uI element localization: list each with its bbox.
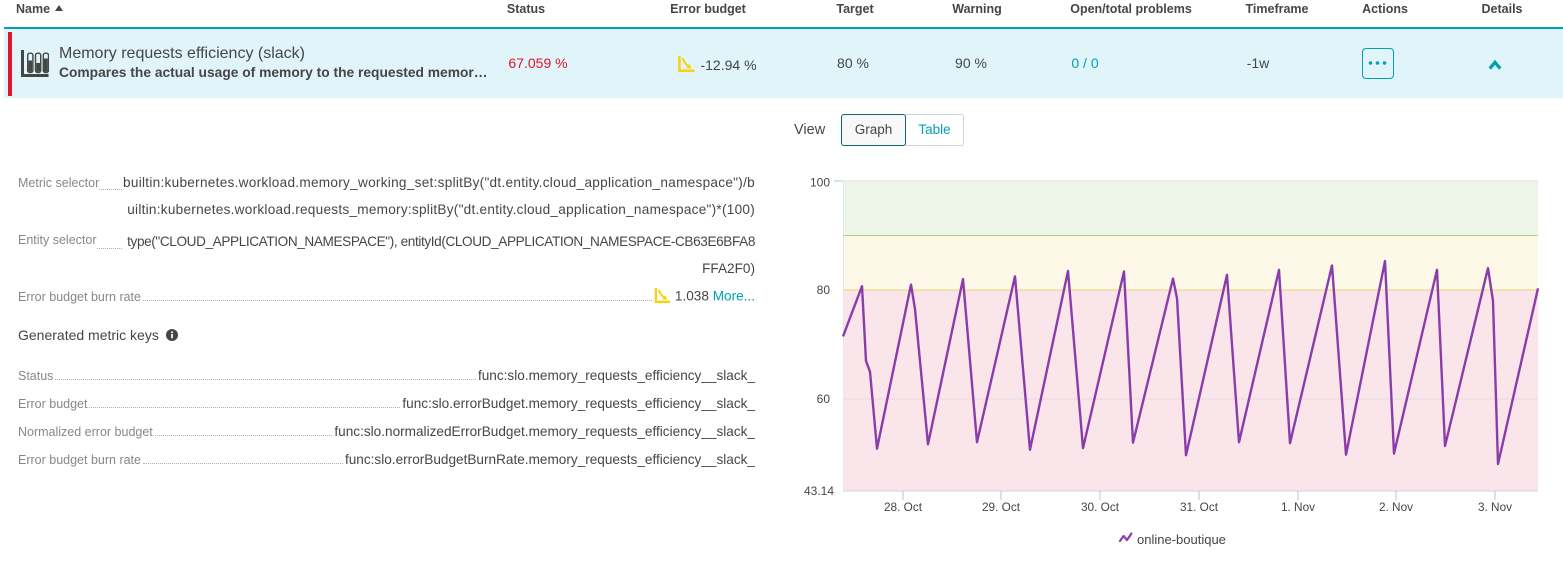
svg-text:60: 60	[817, 392, 831, 406]
svg-text:3. Nov: 3. Nov	[1478, 500, 1512, 514]
svg-text:28. Oct: 28. Oct	[884, 500, 923, 514]
svg-text:43.14: 43.14	[804, 484, 834, 498]
svg-text:1. Nov: 1. Nov	[1281, 500, 1315, 514]
svg-text:30. Oct: 30. Oct	[1081, 500, 1120, 514]
svg-text:online-boutique: online-boutique	[1137, 532, 1226, 547]
svg-text:2. Nov: 2. Nov	[1379, 500, 1413, 514]
svg-text:100: 100	[810, 176, 830, 190]
svg-text:31. Oct: 31. Oct	[1180, 500, 1219, 514]
svg-text:29. Oct: 29. Oct	[982, 500, 1021, 514]
svg-text:80: 80	[817, 283, 831, 297]
